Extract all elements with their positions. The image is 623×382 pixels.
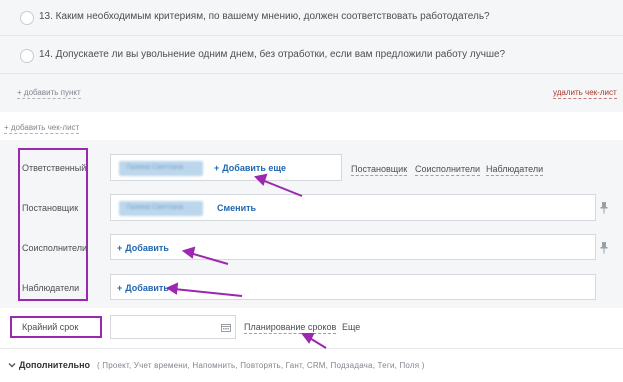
- role-link-creator[interactable]: Постановщик: [351, 164, 408, 176]
- responsible-label: Ответственный: [22, 163, 87, 173]
- chevron-down-icon[interactable]: [8, 361, 16, 369]
- add-checklist-item-link[interactable]: + добавить пункт: [17, 88, 81, 99]
- add-checklist-link[interactable]: + добавить чек-лист: [4, 123, 80, 134]
- pin-icon[interactable]: [600, 202, 608, 214]
- divider: [0, 348, 623, 349]
- add-coexecutor-button[interactable]: + Добавить: [117, 243, 169, 253]
- observers-field[interactable]: + Добавить: [110, 274, 596, 300]
- checklist-item[interactable]: 14. Допускаете ли вы увольнение одним дн…: [0, 38, 623, 74]
- responsible-field[interactable]: Галина Светлана + Добавить еще: [110, 154, 342, 181]
- checkbox-circle-icon[interactable]: [20, 49, 34, 63]
- checklist-item-text: 13. Каким необходимым критериям, по ваше…: [39, 11, 490, 22]
- extra-section-list: ( Проект, Учет времени, Напомнить, Повто…: [97, 361, 425, 370]
- role-link-observers[interactable]: Наблюдатели: [486, 164, 544, 176]
- pin-icon[interactable]: [600, 242, 608, 254]
- checklist-item[interactable]: 13. Каким необходимым критериям, по ваше…: [0, 0, 623, 36]
- annotation-arrow: [301, 333, 327, 349]
- role-link-coexecutors[interactable]: Соисполнители: [415, 164, 480, 176]
- observers-label: Наблюдатели: [22, 283, 80, 293]
- deadline-label: Крайний срок: [22, 322, 79, 332]
- add-observer-button[interactable]: + Добавить: [117, 283, 169, 293]
- coexecutors-label: Соисполнители: [22, 243, 87, 253]
- creator-person-chip[interactable]: Галина Светлана: [119, 201, 203, 216]
- creator-label: Постановщик: [22, 203, 79, 213]
- deadline-more-link[interactable]: Еще: [342, 322, 360, 332]
- calendar-icon[interactable]: [221, 323, 231, 332]
- checklist-panel: 13. Каким необходимым критериям, по ваше…: [0, 0, 623, 112]
- creator-field[interactable]: Галина Светлана Сменить: [110, 194, 596, 221]
- change-creator-button[interactable]: Сменить: [217, 203, 256, 213]
- deadline-label-frame: Крайний срок: [10, 316, 102, 338]
- deadline-planning-link[interactable]: Планирование сроков: [244, 322, 337, 334]
- responsible-person-chip[interactable]: Галина Светлана: [119, 161, 203, 176]
- deadline-date-input[interactable]: [110, 315, 236, 339]
- add-more-responsible-button[interactable]: + Добавить еще: [214, 163, 286, 173]
- extra-section-title[interactable]: Дополнительно: [19, 360, 90, 370]
- checkbox-circle-icon[interactable]: [20, 11, 34, 25]
- checklist-item-text: 14. Допускаете ли вы увольнение одним дн…: [39, 49, 506, 60]
- delete-checklist-link[interactable]: удалить чек-лист: [553, 88, 617, 99]
- coexecutors-field[interactable]: + Добавить: [110, 234, 596, 260]
